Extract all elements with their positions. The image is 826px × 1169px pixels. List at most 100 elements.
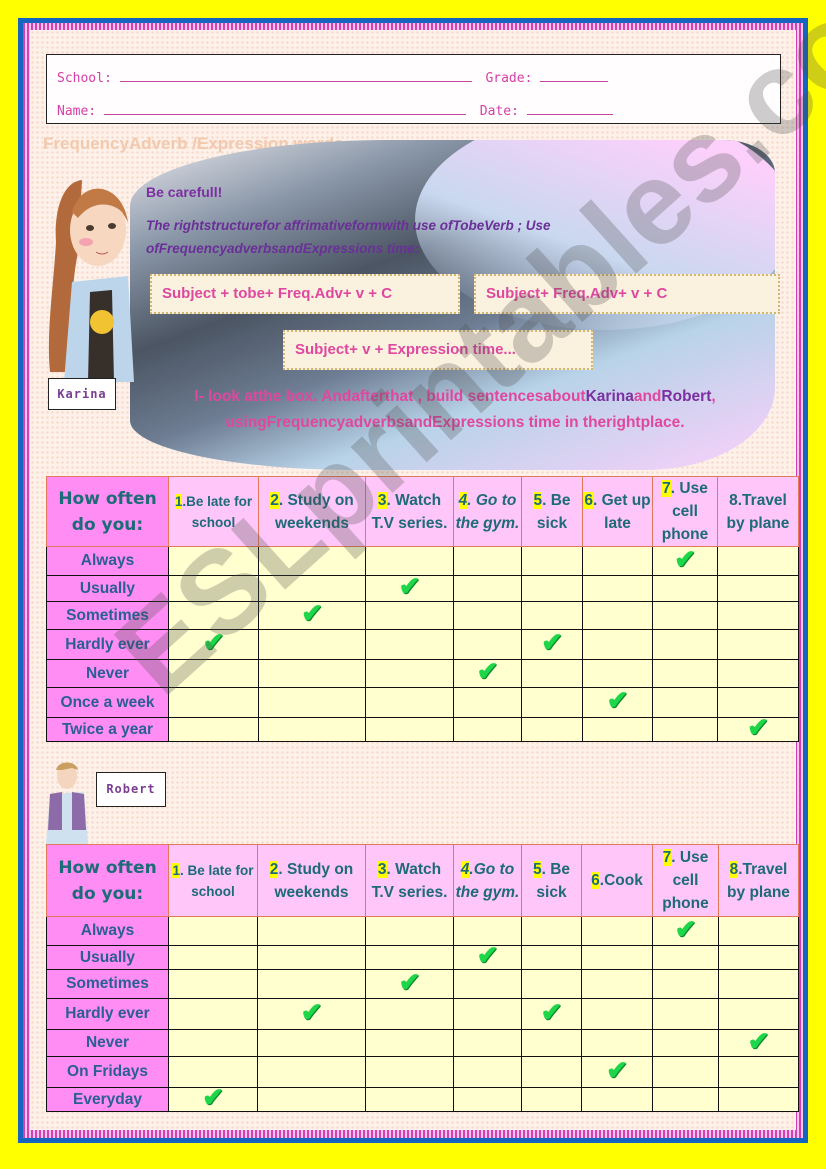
answer-cell[interactable]: [718, 916, 799, 946]
answer-cell[interactable]: [717, 575, 799, 602]
answer-cell[interactable]: [652, 659, 718, 688]
answer-cell[interactable]: ✔: [168, 1084, 258, 1112]
answer-cell[interactable]: [258, 717, 366, 742]
answer-cell[interactable]: ✔: [581, 1056, 653, 1088]
answer-cell[interactable]: [581, 916, 653, 946]
answer-cell[interactable]: [581, 945, 653, 970]
answer-cell[interactable]: [581, 998, 653, 1030]
answer-cell[interactable]: [453, 575, 522, 602]
answer-cell[interactable]: [717, 629, 799, 660]
answer-cell[interactable]: [582, 717, 653, 742]
answer-cell[interactable]: ✔: [718, 1028, 799, 1057]
answer-cell[interactable]: ✔: [257, 998, 366, 1030]
answer-cell[interactable]: [521, 916, 582, 946]
answer-cell[interactable]: ✔: [652, 916, 719, 946]
answer-cell[interactable]: [581, 1087, 653, 1112]
answer-cell[interactable]: ✔: [365, 573, 454, 602]
answer-cell[interactable]: [258, 546, 366, 576]
answer-cell[interactable]: [168, 687, 259, 718]
answer-cell[interactable]: [453, 546, 522, 576]
answer-cell[interactable]: [521, 659, 583, 688]
answer-cell[interactable]: ✔: [652, 546, 718, 576]
answer-cell[interactable]: [168, 546, 259, 576]
answer-cell[interactable]: [365, 1087, 454, 1112]
answer-cell[interactable]: [365, 687, 454, 718]
answer-cell[interactable]: [257, 969, 366, 999]
answer-cell[interactable]: [652, 969, 719, 999]
answer-cell[interactable]: [718, 1087, 799, 1112]
answer-cell[interactable]: [521, 969, 582, 999]
answer-cell[interactable]: [258, 687, 366, 718]
answer-cell[interactable]: [453, 687, 522, 718]
grade-field[interactable]: [540, 69, 609, 82]
answer-cell[interactable]: [168, 717, 259, 742]
answer-cell[interactable]: [652, 1056, 719, 1088]
answer-cell[interactable]: [582, 546, 653, 576]
answer-cell[interactable]: ✔: [453, 658, 522, 688]
answer-cell[interactable]: ✔: [582, 687, 653, 718]
answer-cell[interactable]: [168, 659, 259, 688]
answer-cell[interactable]: [718, 945, 799, 970]
name-field[interactable]: [103, 102, 466, 115]
answer-cell[interactable]: [521, 717, 583, 742]
answer-cell[interactable]: [652, 687, 718, 718]
answer-cell[interactable]: [365, 1029, 454, 1057]
answer-cell[interactable]: [258, 659, 366, 688]
answer-cell[interactable]: [453, 1029, 522, 1057]
answer-cell[interactable]: [717, 659, 799, 688]
answer-cell[interactable]: ✔: [521, 629, 583, 660]
answer-cell[interactable]: [521, 1056, 582, 1088]
answer-cell[interactable]: [453, 1087, 522, 1112]
answer-cell[interactable]: [582, 629, 653, 660]
answer-cell[interactable]: [582, 659, 653, 688]
answer-cell[interactable]: [453, 969, 522, 999]
answer-cell[interactable]: [365, 998, 454, 1030]
answer-cell[interactable]: [521, 575, 583, 602]
answer-cell[interactable]: [582, 575, 653, 602]
answer-cell[interactable]: [581, 1029, 653, 1057]
answer-cell[interactable]: [521, 546, 583, 576]
answer-cell[interactable]: [365, 659, 454, 688]
answer-cell[interactable]: [521, 1087, 582, 1112]
answer-cell[interactable]: ✔: [365, 969, 454, 999]
answer-cell[interactable]: [257, 1087, 366, 1112]
answer-cell[interactable]: [582, 601, 653, 630]
answer-cell[interactable]: [581, 969, 653, 999]
answer-cell[interactable]: [365, 601, 454, 630]
answer-cell[interactable]: ✔: [717, 714, 799, 742]
answer-cell[interactable]: [168, 969, 258, 999]
answer-cell[interactable]: [521, 1029, 582, 1057]
answer-cell[interactable]: [257, 1029, 366, 1057]
answer-cell[interactable]: [453, 998, 522, 1030]
answer-cell[interactable]: [718, 1056, 799, 1088]
answer-cell[interactable]: [652, 575, 718, 602]
answer-cell[interactable]: [652, 945, 719, 970]
answer-cell[interactable]: [365, 717, 454, 742]
answer-cell[interactable]: [453, 601, 522, 630]
answer-cell[interactable]: [365, 1056, 454, 1088]
school-field[interactable]: [119, 69, 472, 82]
answer-cell[interactable]: [717, 601, 799, 630]
date-field[interactable]: [526, 102, 613, 115]
answer-cell[interactable]: [652, 629, 718, 660]
answer-cell[interactable]: ✔: [258, 600, 366, 630]
answer-cell[interactable]: [521, 687, 583, 718]
answer-cell[interactable]: [717, 546, 799, 576]
answer-cell[interactable]: [168, 1029, 258, 1057]
answer-cell[interactable]: [168, 601, 259, 630]
answer-cell[interactable]: [718, 969, 799, 999]
answer-cell[interactable]: [521, 945, 582, 970]
answer-cell[interactable]: [652, 717, 718, 742]
answer-cell[interactable]: [168, 998, 258, 1030]
answer-cell[interactable]: [365, 916, 454, 946]
answer-cell[interactable]: [257, 916, 366, 946]
answer-cell[interactable]: [652, 1029, 719, 1057]
answer-cell[interactable]: [168, 916, 258, 946]
answer-cell[interactable]: [365, 629, 454, 660]
answer-cell[interactable]: [168, 575, 259, 602]
answer-cell[interactable]: [257, 1056, 366, 1088]
answer-cell[interactable]: [168, 945, 258, 970]
answer-cell[interactable]: ✔: [453, 942, 522, 970]
answer-cell[interactable]: ✔: [521, 998, 582, 1030]
answer-cell[interactable]: [258, 629, 366, 660]
